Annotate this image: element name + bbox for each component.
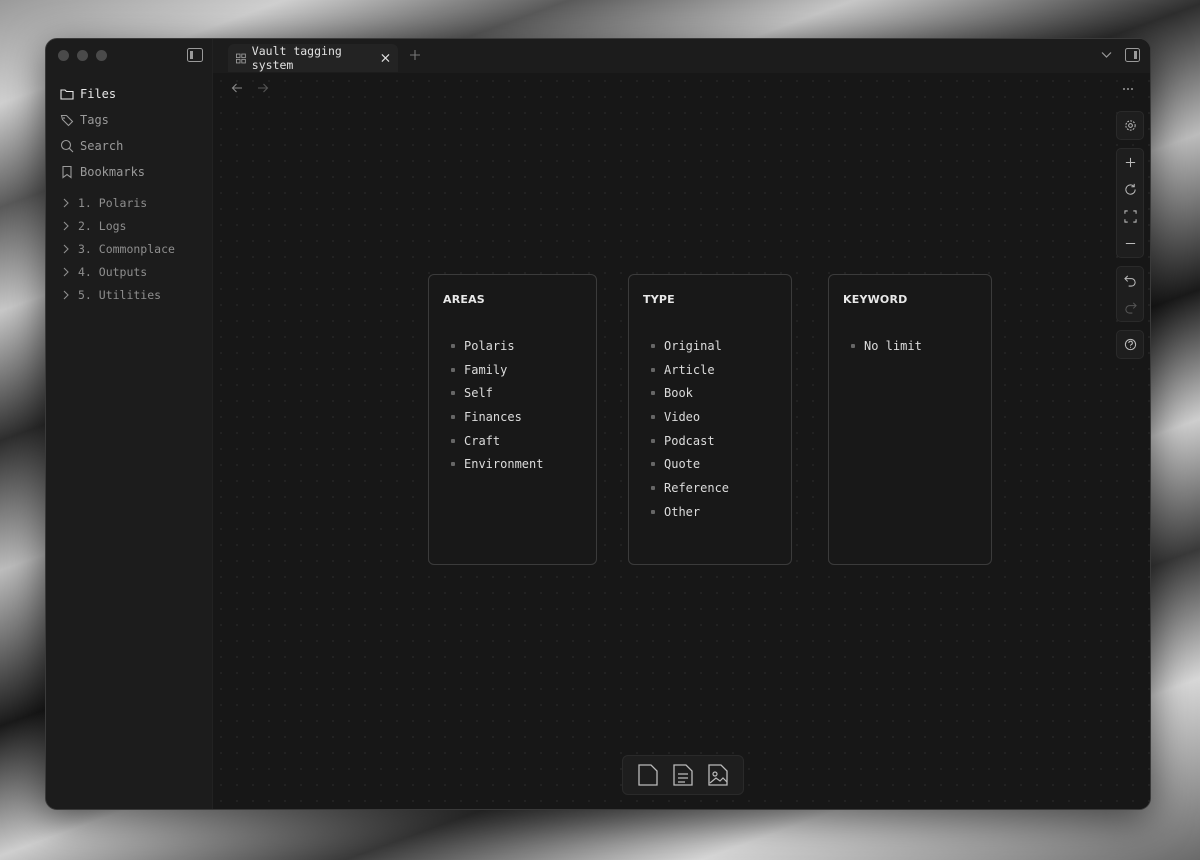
tag-icon [60,114,74,127]
folder-icon [60,89,74,100]
list-item: Other [643,500,777,524]
add-node-toolbar [622,755,744,795]
help-icon [1124,338,1136,351]
help-button[interactable] [1117,331,1143,358]
sidebar-item-tags[interactable]: Tags [46,107,212,133]
tab-vault-tagging-system[interactable]: Vault tagging system [228,44,398,72]
zoom-out-button[interactable] [1117,230,1143,257]
sidebar-toggle-icon[interactable] [187,48,203,62]
minus-icon [1125,242,1135,245]
card-title: TYPE [643,293,675,306]
fullscreen-icon [1123,210,1137,223]
settings-button[interactable] [1117,112,1143,139]
folder-label: 2. Logs [78,218,127,233]
sidebar-item-label: Files [80,87,117,101]
sidebar: Files Tags Search Bookmarks 1. Polaris 2… [46,39,213,809]
plus-icon [1125,157,1135,168]
list-item: Podcast [643,429,777,453]
sidebar-item-bookmarks[interactable]: Bookmarks [46,159,212,185]
card-list: No limit [843,334,977,358]
maximize-window-button[interactable] [96,50,107,61]
gear-icon [1124,120,1136,131]
sidebar-item-label: Tags [80,113,109,127]
card-keyword[interactable]: KEYWORD No limit [828,274,992,565]
plus-icon[interactable] [409,49,421,61]
list-item: Environment [443,452,582,476]
zoom-to-fit-button[interactable] [1117,203,1143,230]
folder-label: 4. Outputs [78,264,148,279]
undo-icon [1123,275,1136,287]
tab-bar: Vault tagging system [213,39,1150,73]
search-icon [60,139,74,153]
sidebar-item-label: Bookmarks [80,165,146,179]
folder-item[interactable]: 5. Utilities [46,283,212,306]
canvas-icon [236,53,246,63]
list-item: Quote [643,452,777,476]
add-card-button[interactable] [637,763,659,787]
chevron-right-icon [63,290,69,299]
folder-item[interactable]: 3. Commonplace [46,237,212,260]
app-window: Files Tags Search Bookmarks 1. Polaris 2… [45,38,1151,810]
main-area: Vault tagging system AREAS Polaris Famil… [213,39,1150,809]
sidebar-nav: Files Tags Search Bookmarks [46,81,212,185]
minimize-window-button[interactable] [77,50,88,61]
folder-label: 5. Utilities [78,287,162,302]
close-icon[interactable] [381,53,390,63]
refresh-icon [1124,183,1136,195]
chevron-right-icon [63,267,69,276]
list-item: Video [643,405,777,429]
card-type[interactable]: TYPE Original Article Book Video Podcast… [628,274,792,565]
folder-label: 1. Polaris [78,195,148,210]
list-item: Polaris [443,334,582,358]
card-title: KEYWORD [843,293,908,306]
card-list: Polaris Family Self Finances Craft Envir… [443,334,582,476]
settings-group [1116,111,1144,140]
folder-item[interactable]: 2. Logs [46,214,212,237]
arrow-left-icon[interactable] [231,82,243,94]
undo-button[interactable] [1117,267,1143,294]
help-group [1116,330,1144,359]
add-media-button[interactable] [707,763,729,787]
arrow-right-icon[interactable] [257,82,269,94]
list-item: Family [443,358,582,382]
redo-icon [1124,302,1137,314]
list-item: Article [643,358,777,382]
list-item: Book [643,381,777,405]
card-list: Original Article Book Video Podcast Quot… [643,334,777,524]
list-item: Original [643,334,777,358]
list-item: Finances [443,405,582,429]
folder-label: 3. Commonplace [78,241,175,256]
card-title: AREAS [443,293,485,306]
folder-tree: 1. Polaris 2. Logs 3. Commonplace 4. Out… [46,191,212,306]
sidebar-item-label: Search [80,139,124,153]
reset-zoom-button[interactable] [1117,176,1143,203]
add-note-button[interactable] [672,763,694,787]
list-item: Craft [443,429,582,453]
canvas-view[interactable]: AREAS Polaris Family Self Finances Craft… [213,73,1150,809]
sidebar-item-files[interactable]: Files [46,81,212,107]
bookmark-icon [62,165,72,179]
tab-title: Vault tagging system [251,44,342,72]
navigation-arrows [231,82,269,94]
chevron-right-icon [63,221,69,230]
chevron-down-icon[interactable] [1101,51,1112,59]
close-window-button[interactable] [58,50,69,61]
history-group [1116,266,1144,322]
list-item: No limit [843,334,977,358]
more-options-icon[interactable] [1122,87,1134,91]
zoom-group [1116,148,1144,258]
card-areas[interactable]: AREAS Polaris Family Self Finances Craft… [428,274,597,565]
sidebar-item-search[interactable]: Search [46,133,212,159]
redo-button[interactable] [1117,294,1143,321]
canvas-toolbar [1116,111,1144,359]
list-item: Reference [643,476,777,500]
chevron-right-icon [63,244,69,253]
window-controls [58,50,107,61]
right-sidebar-toggle-icon[interactable] [1125,48,1140,62]
folder-item[interactable]: 1. Polaris [46,191,212,214]
folder-item[interactable]: 4. Outputs [46,260,212,283]
list-item: Self [443,381,582,405]
chevron-right-icon [63,198,69,207]
zoom-in-button[interactable] [1117,149,1143,176]
